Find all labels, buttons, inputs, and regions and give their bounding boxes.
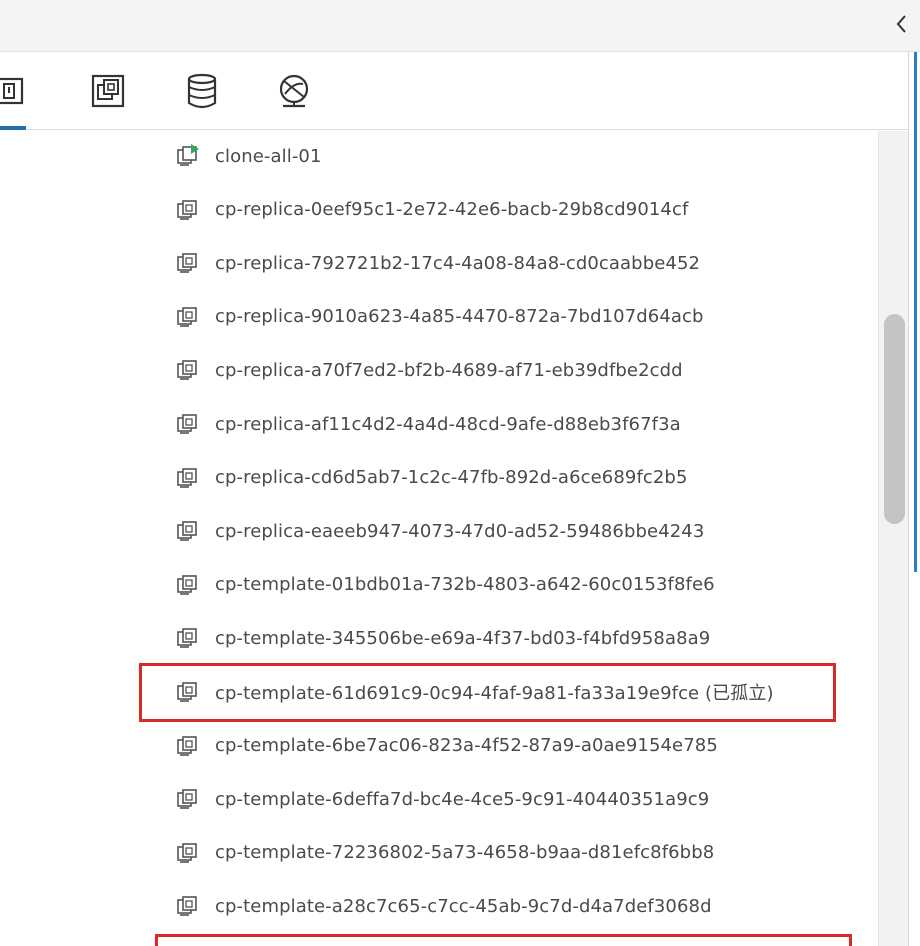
vm-icon (175, 305, 201, 329)
list-item[interactable]: cp-replica-cd6d5ab7-1c2c-47fb-892d-a6ce6… (175, 458, 865, 498)
tab-vms-and-templates[interactable] (80, 52, 136, 130)
vm-icon (175, 894, 201, 918)
list-item[interactable]: cp-replica-af11c4d2-4a4d-48cd-9afe-d88eb… (175, 404, 865, 444)
highlight-box (155, 934, 852, 946)
list-item[interactable]: clone-all-01 (175, 136, 865, 176)
tab-hosts-and-clusters[interactable] (0, 52, 40, 130)
scrollbar-thumb[interactable] (884, 314, 905, 524)
vm-icon (175, 734, 201, 758)
tab-networking[interactable] (266, 52, 322, 130)
vm-icon (175, 787, 201, 811)
vm-icon (175, 466, 201, 490)
list-item-label: cp-replica-af11c4d2-4a4d-48cd-9afe-d88eb… (215, 413, 681, 435)
list-item-label: cp-template-01bdb01a-732b-4803-a642-60c0… (215, 574, 715, 596)
list-item[interactable]: cp-replica-a70f7ed2-bf2b-4689-af71-eb39d… (175, 350, 865, 390)
panel-splitter[interactable] (914, 52, 917, 572)
list-item-label: cp-replica-a70f7ed2-bf2b-4689-af71-eb39d… (215, 359, 683, 381)
list-item[interactable]: cp-template-6deffa7d-bc4e-4ce5-9c91-4044… (175, 779, 865, 819)
chevron-left-icon (896, 15, 906, 33)
list-item-label: cp-replica-792721b2-17c4-4a08-84a8-cd0ca… (215, 252, 701, 274)
list-item[interactable]: cp-template-345506be-e69a-4f37-bd03-f4bf… (175, 618, 865, 658)
scrollbar-track[interactable] (878, 131, 908, 946)
list-item-label: cp-replica-cd6d5ab7-1c2c-47fb-892d-a6ce6… (215, 467, 688, 489)
storage-icon (187, 73, 217, 109)
hosts-clusters-icon (0, 77, 24, 105)
vm-icon (175, 519, 201, 543)
list-item-label: cp-replica-0eef95c1-2e72-42e6-bacb-29b8c… (215, 199, 689, 221)
list-item[interactable]: cp-replica-792721b2-17c4-4a08-84a8-cd0ca… (175, 243, 865, 283)
collapse-panel-button[interactable] (892, 9, 912, 39)
vm-powered-on-icon (175, 144, 201, 168)
vm-icon (175, 626, 201, 650)
top-bar (0, 0, 920, 52)
list-item[interactable]: cp-template-61d691c9-0c94-4faf-9a81-fa33… (175, 672, 865, 712)
list-item-label: cp-replica-eaeeb947-4073-47d0-ad52-59486… (215, 520, 705, 542)
list-item-label: cp-template-72236802-5a73-4658-b9aa-d81e… (215, 842, 715, 864)
list-item[interactable]: cp-replica-eaeeb947-4073-47d0-ad52-59486… (175, 511, 865, 551)
vm-icon (175, 198, 201, 222)
list-item-label: cp-template-6be7ac06-823a-4f52-87a9-a0ae… (215, 735, 718, 757)
vm-icon (175, 412, 201, 436)
vm-template-list: clone-all-01 cp-replica-0eef95c1-2e72-42e… (0, 131, 880, 946)
vm-icon (175, 573, 201, 597)
list-item[interactable]: cp-replica-9010a623-4a85-4470-872a-7bd10… (175, 297, 865, 337)
list-item-label: cp-template-6deffa7d-bc4e-4ce5-9c91-4044… (215, 788, 710, 810)
vm-icon (175, 251, 201, 275)
list-item-label: cp-replica-9010a623-4a85-4470-872a-7bd10… (215, 306, 704, 328)
vm-icon (175, 358, 201, 382)
list-item[interactable]: cp-template-72236802-5a73-4658-b9aa-d81e… (175, 833, 865, 873)
inventory-tabs (0, 52, 908, 130)
list-item-label: cp-template-61d691c9-0c94-4faf-9a81-fa33… (215, 683, 774, 704)
tab-storage[interactable] (174, 52, 230, 130)
list-item[interactable]: cp-template-6be7ac06-823a-4f52-87a9-a0ae… (175, 726, 865, 766)
list-item-label: cp-template-345506be-e69a-4f37-bd03-f4bf… (215, 627, 711, 649)
list-item-label: cp-template-a28c7c65-c7cc-45ab-9c7d-d4a7… (215, 895, 712, 917)
list-item[interactable]: cp-template-a28c7c65-c7cc-45ab-9c7d-d4a7… (175, 886, 865, 926)
vms-templates-icon (91, 74, 125, 108)
vm-icon (175, 841, 201, 865)
list-item[interactable]: cp-template-01bdb01a-732b-4803-a642-60c0… (175, 565, 865, 605)
networking-icon (279, 74, 309, 108)
list-item[interactable]: cp-replica-0eef95c1-2e72-42e6-bacb-29b8c… (175, 190, 865, 230)
list-item-label: clone-all-01 (215, 145, 322, 167)
vm-icon (175, 680, 201, 704)
